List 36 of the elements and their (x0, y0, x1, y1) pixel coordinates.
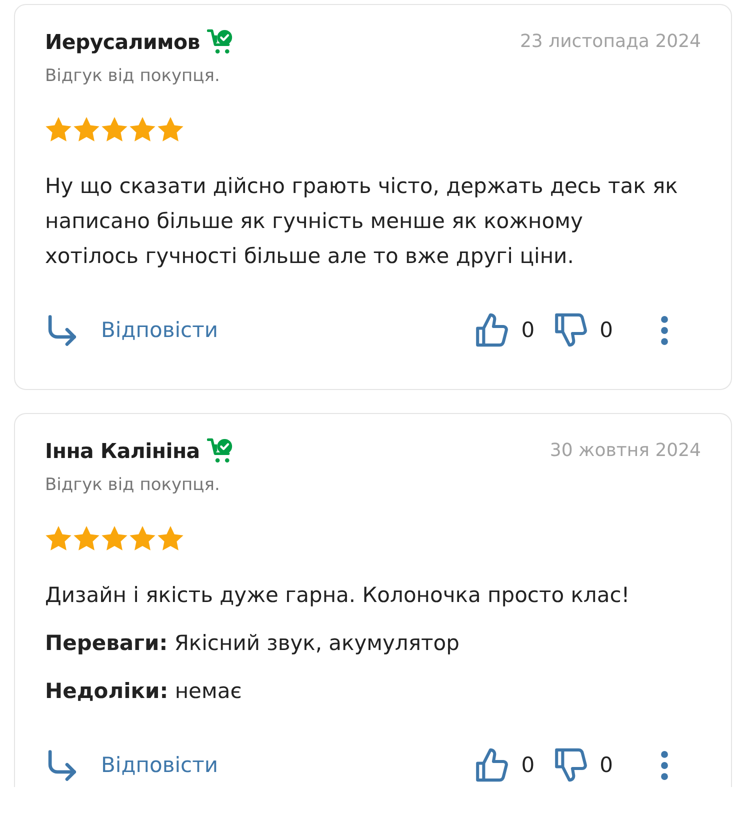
review-detail: Переваги: Якісний звук, акумулятор (45, 630, 460, 657)
star-icon (101, 526, 128, 551)
dislike-button[interactable]: 0 (554, 748, 613, 782)
dislike-button[interactable]: 0 (554, 313, 613, 347)
like-button[interactable]: 0 (476, 748, 535, 782)
reply-arrow-icon (48, 314, 77, 346)
star-icon (129, 117, 156, 142)
reply-arrow-icon (48, 750, 77, 780)
star-icon (157, 117, 184, 142)
reviewer-name: Иерусалимов (45, 29, 200, 56)
more-button[interactable] (661, 750, 668, 780)
reply-button[interactable]: Відповісти (48, 314, 218, 346)
thumbs-down-icon (554, 748, 588, 782)
star-icon (45, 117, 72, 142)
more-button[interactable] (661, 316, 668, 344)
thumbs-up-icon (476, 313, 510, 347)
reviewer-name: Інна Калініна (45, 438, 200, 465)
star-icon (73, 117, 100, 142)
review-detail: Недоліки: немає (45, 678, 243, 705)
star-icon (157, 526, 184, 551)
more-icon (661, 316, 668, 344)
review-source-label: Відгук від покупця. (45, 474, 221, 496)
star-icon (101, 117, 128, 142)
reply-button[interactable]: Відповісти (48, 750, 218, 780)
review-text: Ну що сказати дійсно грають чісто, держать десь так як написано більше як гучність менше як кожному хотілось гучності більше але то вже другі ціни. (45, 173, 679, 270)
like-button[interactable]: 0 (476, 313, 535, 347)
review-text: Дизайн і якість дуже гарна. Колоночка просто клас! (45, 582, 631, 609)
review-date: 23 листопада 2024 (520, 30, 701, 54)
star-icon (73, 526, 100, 551)
thumbs-up-icon (476, 748, 510, 782)
star-icon (45, 526, 72, 551)
review-source-label: Відгук від покупця. (45, 65, 221, 87)
more-icon (661, 750, 668, 780)
thumbs-down-icon (554, 313, 588, 347)
star-icon (129, 526, 156, 551)
review-date: 30 жовтня 2024 (550, 439, 701, 463)
